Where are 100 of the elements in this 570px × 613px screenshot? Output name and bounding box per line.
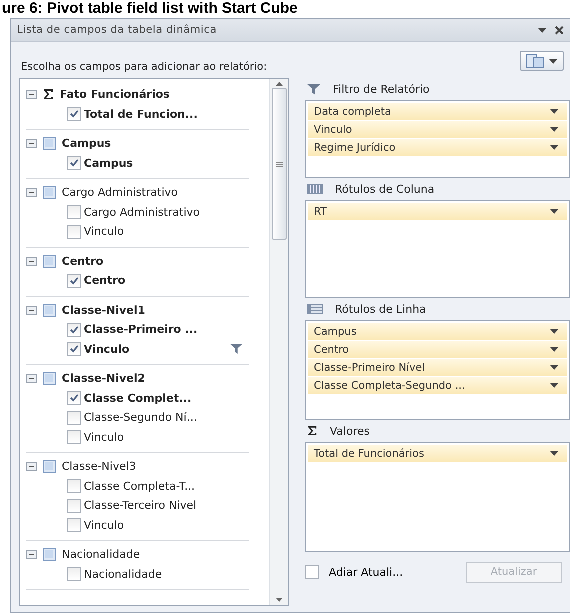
checkbox[interactable] [67,274,81,288]
area-field-item[interactable]: Vinculo [308,121,567,139]
area-field-item[interactable]: Total de Funcionários [308,445,567,463]
field-label[interactable]: Cargo Administrativo [84,206,200,219]
area-title: Rótulos de Coluna [335,182,435,196]
area-field-item[interactable]: Classe Completa-Segundo ... [308,377,567,395]
dropdown-arrow-icon[interactable] [538,28,547,32]
check-icon [70,110,78,118]
dropdown-arrow-icon[interactable] [550,365,559,370]
field-label[interactable]: Classe-Terceiro Nivel [84,499,197,512]
collapse-icon[interactable] [26,139,37,148]
scrollbar[interactable] [269,79,288,605]
field-label[interactable]: Classe-Segundo Ní... [84,411,198,424]
field-label[interactable]: Centro [84,274,126,288]
dropdown-arrow-icon[interactable] [550,451,559,456]
layout-button[interactable] [520,51,564,71]
area-title: Filtro de Relatório [333,82,430,96]
field-label[interactable]: Campus [84,156,134,170]
collapse-icon[interactable] [26,256,37,266]
field-label[interactable]: Classe Completa-T... [84,480,196,493]
checkbox[interactable] [305,565,319,579]
collapse-icon[interactable] [26,550,37,560]
checkbox[interactable] [67,567,81,582]
scroll-up-icon[interactable] [276,82,282,86]
checkbox[interactable] [67,498,81,513]
layout-icon [526,54,544,68]
check-icon [70,159,78,168]
field-label[interactable]: Classe Complet... [84,392,192,405]
area-field-item[interactable]: Campus [308,323,567,341]
area-field-item[interactable]: Classe-Primeiro Nível [308,359,567,377]
field-label[interactable]: Vinculo [84,518,124,532]
instruction-text: Escolha os campos para adicionar ao relatório: [21,61,268,73]
field-group-label[interactable]: Cargo Administrativo [62,186,178,200]
dropdown-arrow-icon[interactable] [550,383,559,388]
collapse-icon[interactable] [26,374,37,384]
grip-icon [276,162,282,166]
field-group-label[interactable]: Classe-Nivel1 [62,304,146,317]
drop-area[interactable]: Total de Funcionários [305,442,570,552]
dropdown-arrow-icon[interactable] [550,145,559,150]
table-icon [43,460,56,474]
field-label[interactable]: Nacionalidade [84,568,162,581]
checkbox[interactable] [67,410,81,425]
field-label[interactable]: Vinculo [84,430,124,444]
filter-icon [307,84,321,94]
collapse-icon[interactable] [26,306,37,315]
drop-area[interactable]: Campus Centro Classe-Primeiro Nível Classe Completa-Segundo ... [305,320,570,420]
drop-area[interactable]: RT [305,200,570,298]
area-field-item[interactable]: RT [308,203,567,221]
checkbox[interactable] [67,205,81,220]
defer-update-label[interactable]: Adiar Atuali... [329,566,404,578]
table-icon [43,186,56,200]
checkbox[interactable] [67,391,81,406]
checkbox[interactable] [67,479,81,494]
table-icon [43,548,56,562]
checkbox[interactable] [67,518,81,532]
field-group-label[interactable]: Classe-Nivel2 [62,372,146,386]
dropdown-arrow-icon[interactable] [549,58,558,64]
dropdown-arrow-icon[interactable] [550,347,559,352]
scroll-down-icon[interactable] [276,598,282,602]
field-label[interactable]: Classe-Primeiro ... [84,323,198,336]
field-group-label[interactable]: Classe-Nivel3 [62,460,136,474]
field-group-label[interactable]: Fato Funcionários [60,88,170,102]
area-field-item[interactable]: Data completa [308,103,567,121]
area-title: Valores [330,424,370,438]
area-title: Rótulos de Linha [335,302,426,316]
columns-icon [307,184,323,194]
area-field-item[interactable]: Centro [308,341,567,359]
dropdown-arrow-icon[interactable] [550,127,559,132]
drop-area[interactable]: Data completa Vinculo Regime Jurídico [305,100,570,178]
figure-caption: ure 6: Pivot table field list with Start Cube [1,0,299,17]
checkbox[interactable] [67,322,81,337]
table-icon [43,372,56,386]
table-icon [43,304,56,317]
check-icon [70,326,78,334]
check-icon [70,394,78,402]
field-group-label[interactable]: Nacionalidade [62,548,140,562]
dropdown-arrow-icon[interactable] [550,329,559,334]
table-icon [43,137,56,150]
check-icon [70,276,78,285]
field-label[interactable]: Vinculo [84,225,124,238]
field-group-label[interactable]: Centro [62,254,104,268]
close-icon[interactable] [555,26,564,34]
field-label[interactable]: Vinculo [84,342,130,356]
window-title: Lista de campos da tabela dinâmica [17,24,218,36]
collapse-icon[interactable] [26,90,37,100]
checkbox[interactable] [67,430,81,444]
checkbox[interactable] [67,342,81,356]
checkbox[interactable] [67,156,81,170]
check-icon [70,345,78,354]
collapse-icon[interactable] [26,188,37,198]
field-label[interactable]: Total de Funcion... [84,108,198,121]
field-group-label[interactable]: Campus [62,137,112,150]
checkbox[interactable] [67,107,81,122]
rows-icon [307,304,323,314]
dropdown-arrow-icon[interactable] [550,109,559,114]
dropdown-arrow-icon[interactable] [550,209,559,214]
checkbox[interactable] [67,224,81,239]
table-icon [43,254,56,268]
collapse-icon[interactable] [26,462,37,472]
area-field-item[interactable]: Regime Jurídico [308,139,567,157]
